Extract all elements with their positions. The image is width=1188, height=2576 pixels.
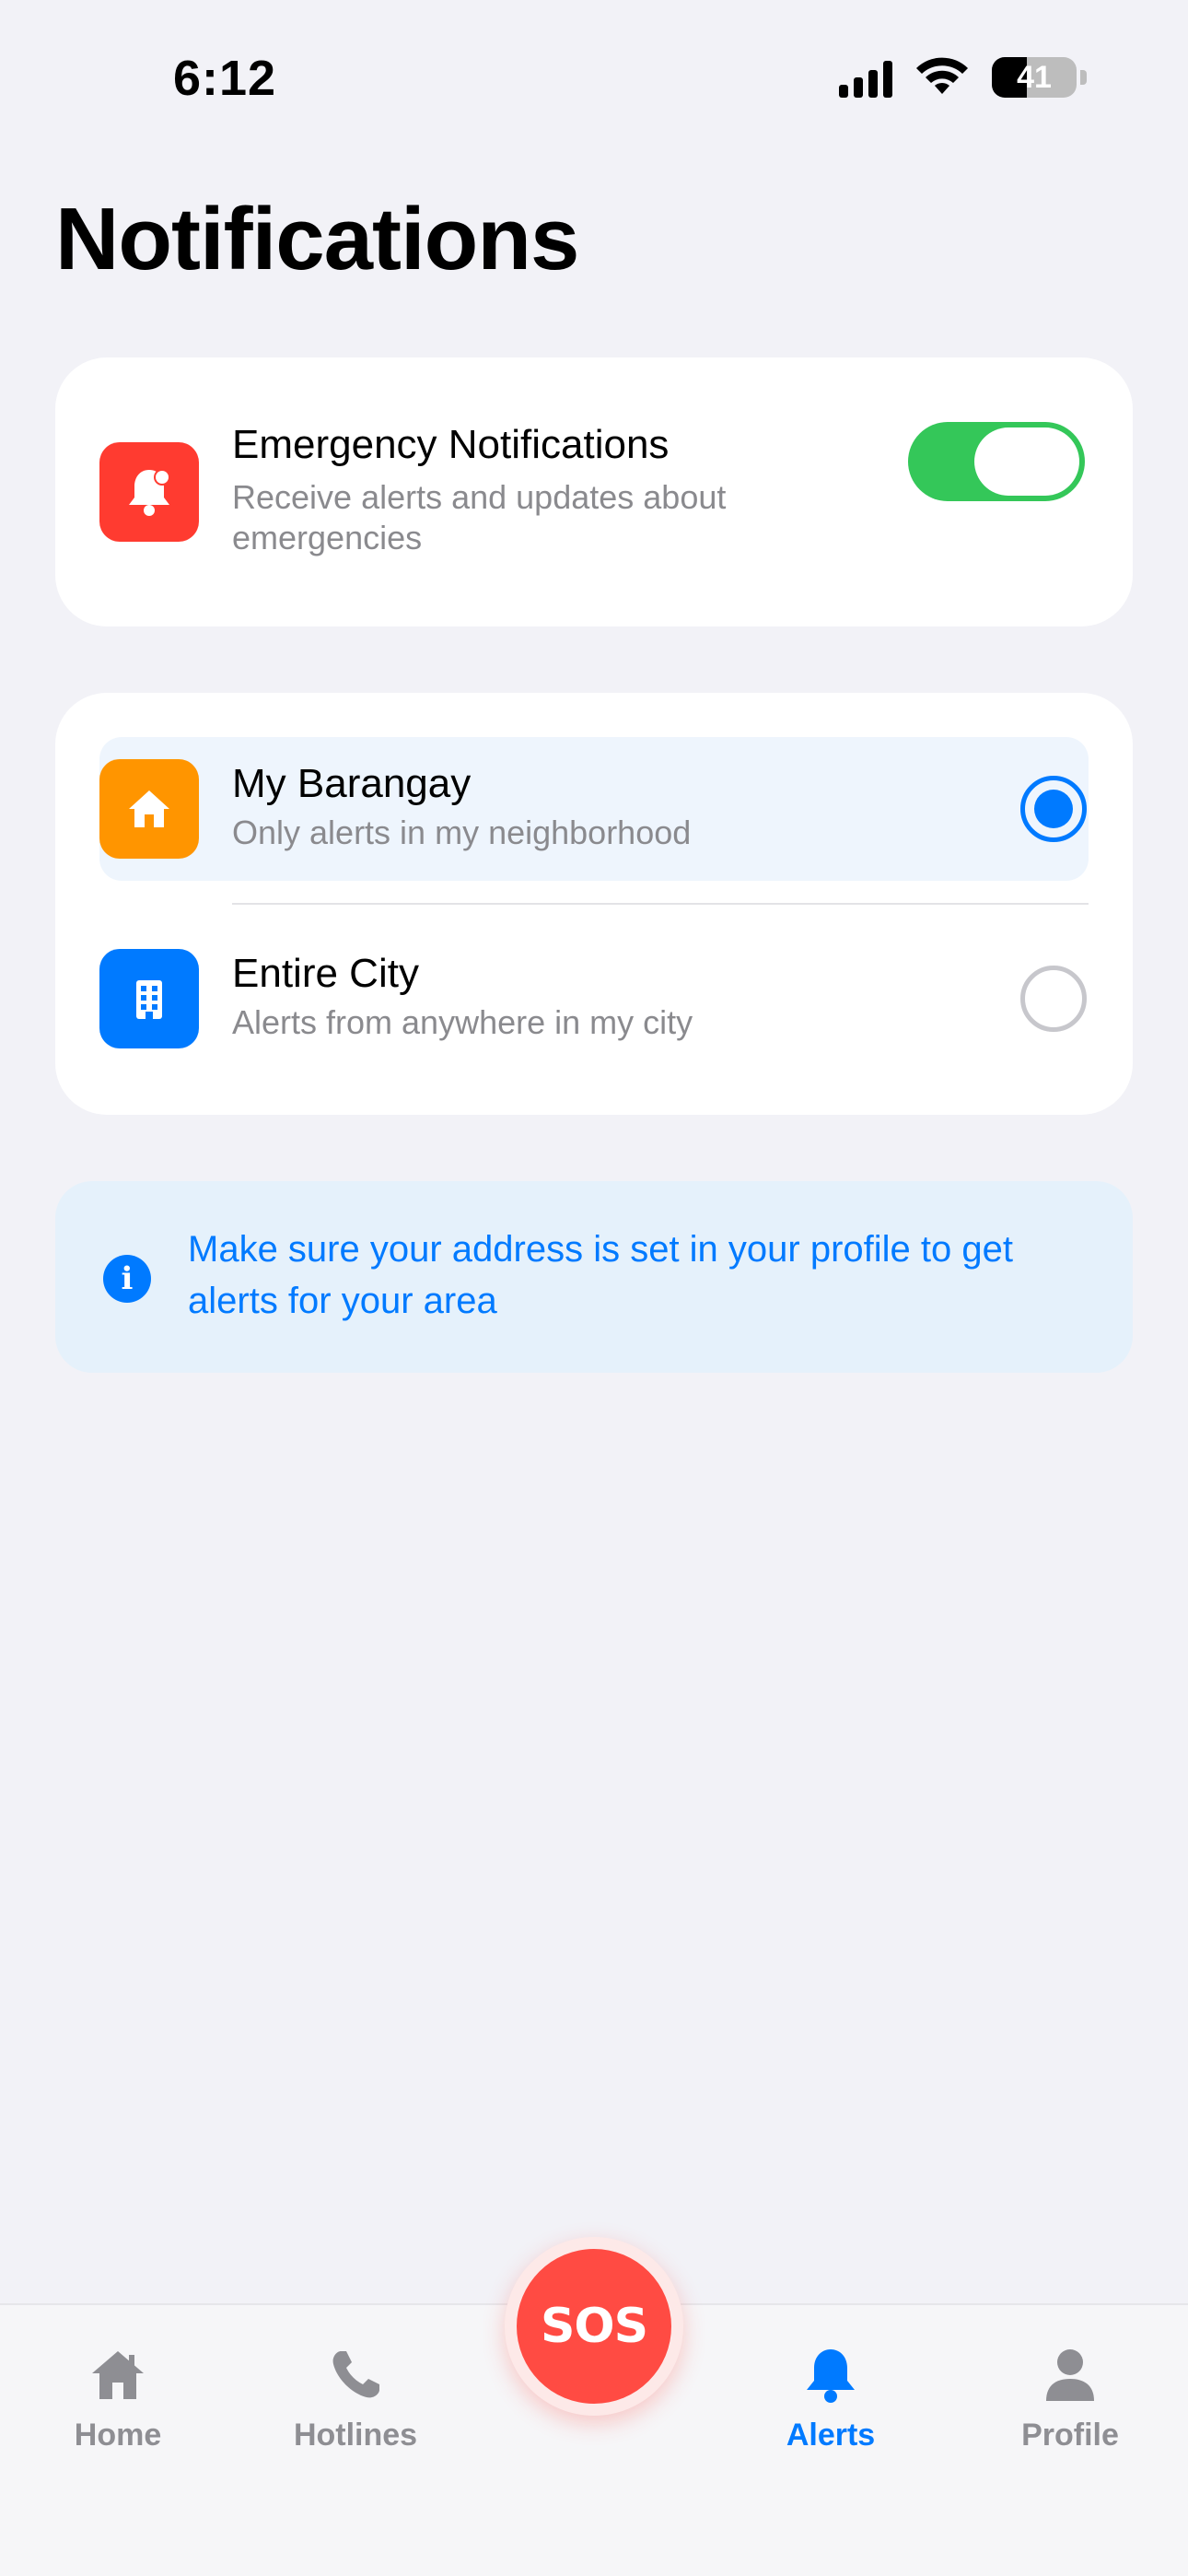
toggle-knob — [974, 427, 1079, 496]
scope-option-my-barangay[interactable]: My Barangay Only alerts in my neighborho… — [99, 737, 1089, 881]
status-bar: 6:12 41 — [0, 0, 1188, 157]
house-icon — [99, 759, 199, 859]
divider — [232, 903, 1089, 905]
page-title: Notifications — [55, 190, 579, 288]
emergency-notifications-subtitle: Receive alerts and updates about emergen… — [232, 478, 727, 556]
scope-option-entire-city[interactable]: Entire City Alerts from anywhere in my c… — [99, 927, 1089, 1071]
tab-label: Home — [74, 2418, 162, 2453]
info-text: Make sure your address is set in your pr… — [188, 1229, 1013, 1321]
home-icon — [85, 2342, 151, 2408]
building-icon — [99, 949, 199, 1048]
tab-home[interactable]: Home — [17, 2342, 219, 2471]
status-icons: 41 — [839, 57, 1087, 98]
alert-scope-card: My Barangay Only alerts in my neighborho… — [55, 693, 1133, 1115]
scope-option-subtitle: Alerts from anywhere in my city — [232, 1003, 693, 1041]
cellular-signal-icon — [839, 57, 892, 98]
battery-level: 41 — [1017, 60, 1052, 95]
scope-option-subtitle: Only alerts in my neighborhood — [232, 814, 692, 851]
address-info-banner: i Make sure your address is set in your … — [55, 1181, 1133, 1373]
tab-label: Alerts — [786, 2418, 876, 2453]
scope-option-title: Entire City — [232, 951, 419, 996]
emergency-notifications-title: Emergency Notifications — [232, 422, 670, 467]
emergency-notifications-toggle[interactable] — [908, 422, 1085, 501]
radio-selected[interactable] — [1020, 776, 1087, 842]
bell-icon — [798, 2342, 864, 2408]
phone-icon — [322, 2342, 389, 2408]
tab-label: Profile — [1021, 2418, 1119, 2453]
wifi-icon — [916, 57, 968, 94]
status-time: 6:12 — [173, 51, 277, 106]
notifications-screen: 6:12 41 Notifications Emergency Notifica… — [0, 0, 1188, 2576]
person-icon — [1037, 2342, 1103, 2408]
sos-button[interactable]: SOS — [517, 2249, 671, 2404]
tab-profile[interactable]: Profile — [969, 2342, 1171, 2471]
emergency-notifications-card: Emergency Notifications Receive alerts a… — [55, 357, 1133, 626]
tab-label: Hotlines — [293, 2418, 418, 2453]
radio-unselected[interactable] — [1020, 966, 1087, 1032]
scope-option-title: My Barangay — [232, 761, 472, 806]
battery-icon: 41 — [992, 57, 1077, 98]
sos-button-ring: SOS — [505, 2237, 683, 2416]
info-icon: i — [103, 1255, 151, 1303]
tab-hotlines[interactable]: Hotlines — [254, 2342, 457, 2471]
tab-alerts[interactable]: Alerts — [729, 2342, 932, 2471]
bell-badge-icon — [99, 442, 199, 542]
